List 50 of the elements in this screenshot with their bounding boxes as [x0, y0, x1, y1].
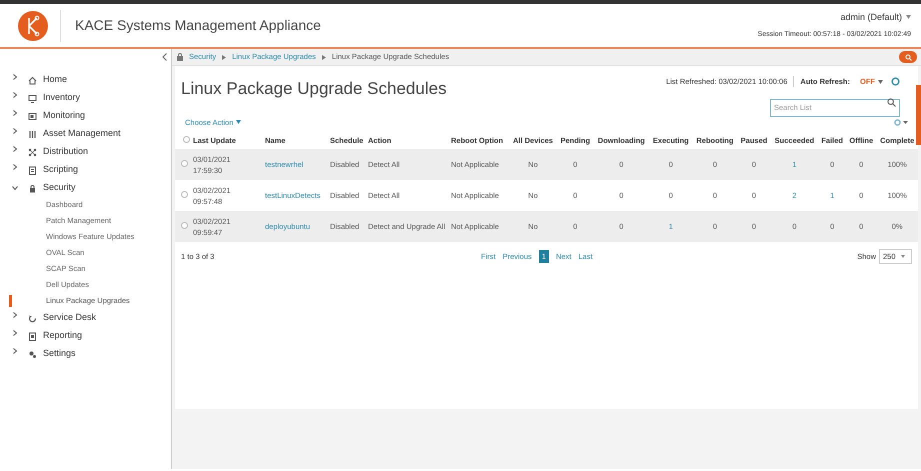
app-title: KACE Systems Management Appliance [75, 16, 321, 35]
collapsed-chevron-icon[interactable] [12, 312, 18, 318]
lock-icon [177, 53, 183, 61]
collapsed-chevron-icon[interactable] [12, 110, 18, 116]
row-checkbox[interactable] [181, 222, 188, 230]
nav-item[interactable]: Monitoring [43, 109, 86, 123]
settings-icon[interactable] [894, 118, 908, 126]
row-checkbox[interactable] [181, 160, 188, 168]
collapse-icon[interactable] [162, 53, 167, 61]
row-checkbox[interactable] [182, 136, 190, 143]
circular-arrow-icon [28, 314, 37, 322]
search-icon [887, 98, 896, 108]
refresh-icon[interactable] [891, 77, 900, 86]
nav-item[interactable]: Settings [43, 347, 76, 361]
logo-icon [18, 10, 48, 40]
nav-item[interactable]: Asset Management [43, 127, 121, 141]
page-title: Linux Package Upgrade Schedules [181, 78, 447, 100]
caret-icon [236, 120, 242, 124]
chevron-icon [322, 54, 326, 60]
chevron-icon [222, 54, 226, 60]
nav-item[interactable]: Service Desk [43, 311, 96, 325]
collapsed-chevron-icon[interactable] [12, 164, 18, 170]
collapsed-chevron-icon[interactable] [12, 330, 18, 336]
collapsed-chevron-icon[interactable] [12, 128, 18, 134]
collapsed-chevron-icon[interactable] [12, 92, 18, 98]
nav-item[interactable]: Security [43, 181, 76, 195]
nav-item[interactable]: Scripting [43, 163, 78, 177]
caret-icon [878, 80, 883, 84]
house-icon [28, 76, 37, 84]
user-menu[interactable]: admin (Default) [840, 10, 902, 24]
expanded-chevron-icon[interactable] [12, 185, 18, 191]
nodes-icon [28, 148, 37, 156]
monitor-icon [28, 94, 37, 102]
search-button[interactable] [899, 51, 917, 63]
nav-item[interactable]: Distribution [43, 145, 88, 159]
caret-icon [900, 255, 905, 258]
document-icon [28, 166, 37, 174]
collapsed-chevron-icon[interactable] [12, 348, 18, 354]
nav-item[interactable]: Home [43, 73, 68, 87]
caret-icon [906, 15, 911, 20]
screen-icon [28, 112, 37, 120]
lock-icon [28, 184, 37, 192]
bars-icon [28, 130, 37, 138]
search-icon [904, 54, 912, 60]
nav-item[interactable]: Reporting [43, 329, 82, 343]
collapsed-chevron-icon[interactable] [12, 74, 18, 80]
nav-item[interactable]: Inventory [43, 91, 80, 105]
report-icon [28, 332, 37, 340]
row-checkbox[interactable] [181, 191, 188, 198]
collapsed-chevron-icon[interactable] [12, 146, 18, 152]
